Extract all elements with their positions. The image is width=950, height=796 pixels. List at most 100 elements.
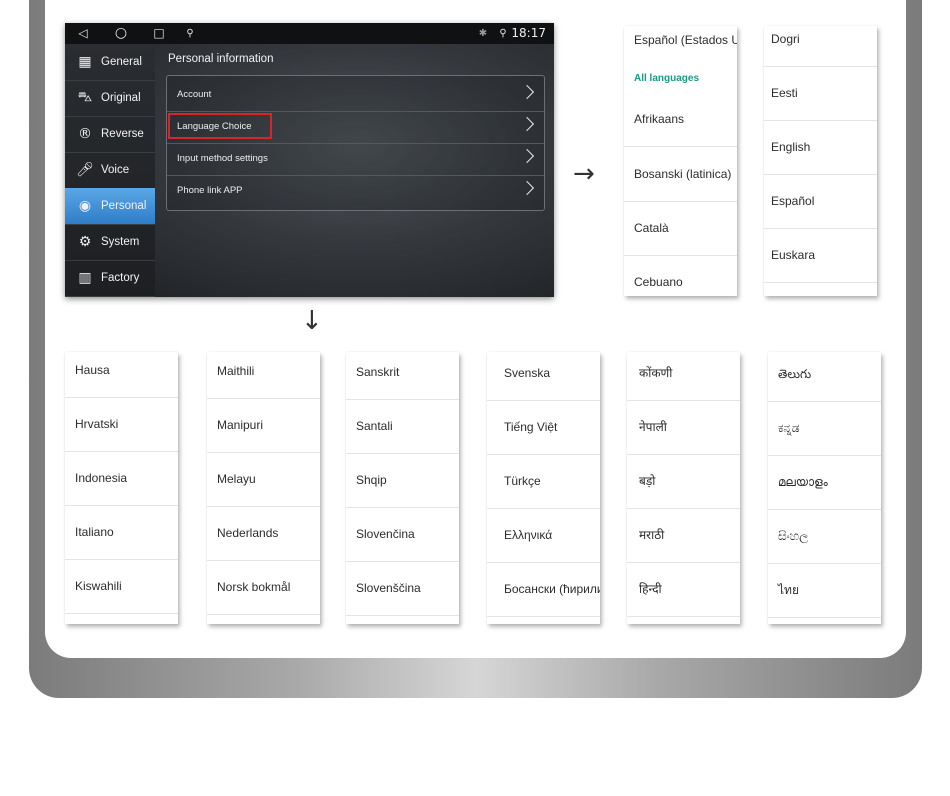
list-item[interactable]: Manipuri: [207, 398, 320, 453]
list-item[interactable]: Maithili: [207, 352, 320, 399]
list-item[interactable]: Nederlands: [207, 506, 320, 561]
sidebar-item-label: General: [101, 56, 142, 68]
list-item[interactable]: Melayu: [207, 452, 320, 507]
list-item[interactable]: Slovenčina: [346, 507, 459, 562]
language-label: Tiếng Việt: [504, 420, 558, 434]
language-label: Manipuri: [217, 418, 264, 432]
language-label: Cebuano: [634, 275, 683, 289]
back-icon[interactable]: ◁: [75, 23, 91, 44]
language-label: Bosanski (latinica): [634, 167, 732, 181]
language-label: Sanskrit: [356, 365, 400, 379]
sidebar-item-factory[interactable]: ▥ Factory: [65, 260, 155, 297]
list-item[interactable]: සිංහල: [768, 509, 881, 564]
gear-icon: ⚙: [78, 234, 92, 250]
list-item[interactable]: తెలుగు: [768, 352, 881, 402]
language-label: Español (Estados Unidos): [634, 33, 737, 47]
menu-item-phone-link[interactable]: Phone link APP: [167, 175, 544, 207]
location-icon: ⚲: [499, 28, 507, 39]
list-item[interactable]: Català: [624, 201, 737, 256]
list-item[interactable]: Hrvatski: [65, 397, 178, 452]
menu-item-label: Account: [177, 89, 212, 100]
menu-item-account[interactable]: Account: [167, 79, 544, 112]
list-item[interactable]: മലയാളം: [768, 455, 881, 510]
language-list-card: Sanskrit Santali Shqip Slovenčina Sloven…: [346, 352, 459, 624]
language-label: Italiano: [75, 525, 114, 539]
language-label: Dogri: [771, 32, 800, 46]
menu-item-input-method[interactable]: Input method settings: [167, 143, 544, 176]
menu-item-label: Input method settings: [177, 153, 268, 164]
language-label: English: [771, 140, 811, 154]
language-label: Melayu: [217, 472, 256, 486]
arrow-down-icon: ↓: [301, 306, 323, 336]
list-item[interactable]: मराठी: [627, 508, 740, 563]
list-item[interactable]: Svenska: [487, 352, 600, 401]
clock: 18:17: [511, 26, 546, 40]
list-item[interactable]: नेपाली: [627, 400, 740, 455]
personal-menu: Account Language Choice Input method set…: [166, 75, 545, 211]
language-label: Euskara: [771, 248, 816, 262]
language-label: नेपाली: [639, 420, 667, 434]
language-label: Ελληνικά: [504, 528, 553, 542]
sidebar-item-label: Personal: [101, 200, 147, 212]
sidebar-item-personal[interactable]: ◉ Personal: [65, 188, 155, 225]
bluetooth-icon: ✱: [478, 28, 488, 39]
list-item[interactable]: Afrikaans: [624, 92, 737, 147]
list-item[interactable]: Slovenščina: [346, 561, 459, 616]
list-item[interactable]: Indonesia: [65, 451, 178, 506]
language-list-card: Dogri Eesti English Español Euskara: [764, 26, 877, 296]
language-label: සිංහල: [778, 529, 809, 543]
sidebar-item-system[interactable]: ⚙ System: [65, 224, 155, 261]
list-item[interactable]: Bosanski (latinica): [624, 147, 737, 202]
sidebar-item-voice[interactable]: 🎤︎ Voice: [65, 152, 155, 189]
chevron-right-icon: [519, 180, 535, 196]
recents-icon[interactable]: □: [151, 23, 167, 44]
usb-icon: ⚲: [186, 28, 194, 39]
list-item[interactable]: Cebuano: [624, 255, 737, 296]
page-title: Personal information: [168, 53, 274, 65]
language-label: Hausa: [75, 363, 110, 377]
language-label: Kiswahili: [75, 579, 122, 593]
list-item[interactable]: Eesti: [764, 66, 877, 121]
list-item[interactable]: Türkçe: [487, 454, 600, 509]
list-item[interactable]: Español: [764, 174, 877, 229]
sidebar-item-original[interactable]: ⛍ Original: [65, 80, 155, 117]
list-item[interactable]: हिन्दी: [627, 562, 740, 617]
list-item[interactable]: Босански (ћирилица): [487, 562, 600, 617]
microphone-icon: 🎤︎: [76, 162, 94, 178]
list-item[interactable]: Dogri: [764, 26, 877, 67]
language-list-card: Svenska Tiếng Việt Türkçe Ελληνικά Босан…: [487, 352, 600, 624]
list-item[interactable]: Norsk bokmål: [207, 560, 320, 615]
list-item[interactable]: ಕನ್ನಡ: [768, 401, 881, 456]
list-item[interactable]: Kiswahili: [65, 559, 178, 614]
list-item[interactable]: Hausa: [65, 352, 178, 398]
sidebar-item-general[interactable]: ▦ General: [65, 44, 155, 81]
language-label: Hrvatski: [75, 417, 119, 431]
language-label: हिन्दी: [639, 582, 662, 596]
language-label: Afrikaans: [634, 112, 685, 126]
list-item[interactable]: Italiano: [65, 505, 178, 560]
language-label: తెలుగు: [778, 367, 812, 381]
list-item[interactable]: English: [764, 120, 877, 175]
language-list-card: Hausa Hrvatski Indonesia Italiano Kiswah…: [65, 352, 178, 624]
language-label: Español: [771, 194, 815, 208]
list-item[interactable]: Español (Estados Unidos): [624, 28, 737, 52]
list-item[interactable]: कोंकणी: [627, 352, 740, 401]
language-label: कोंकणी: [639, 366, 673, 380]
list-item[interactable]: Sanskrit: [346, 352, 459, 400]
list-item[interactable]: ไทย: [768, 563, 881, 618]
list-item[interactable]: Ελληνικά: [487, 508, 600, 563]
status-bar: ◁ ○ □ ⚲ ✱ ⚲ 18:17: [65, 23, 554, 44]
chevron-right-icon: [519, 116, 535, 132]
section-header: All languages: [624, 68, 737, 90]
list-item[interactable]: बड़ो: [627, 454, 740, 509]
list-item[interactable]: Euskara: [764, 228, 877, 283]
list-item[interactable]: Tiếng Việt: [487, 400, 600, 455]
list-item[interactable]: Shqip: [346, 453, 459, 508]
home-icon[interactable]: ○: [113, 23, 129, 44]
chevron-right-icon: [519, 84, 535, 100]
sidebar-item-label: Voice: [101, 164, 130, 176]
list-item[interactable]: Santali: [346, 399, 459, 454]
sidebar-item-reverse[interactable]: ® Reverse: [65, 116, 155, 153]
sidebar-item-label: Original: [101, 92, 141, 104]
language-label: മലയാളം: [778, 475, 828, 489]
